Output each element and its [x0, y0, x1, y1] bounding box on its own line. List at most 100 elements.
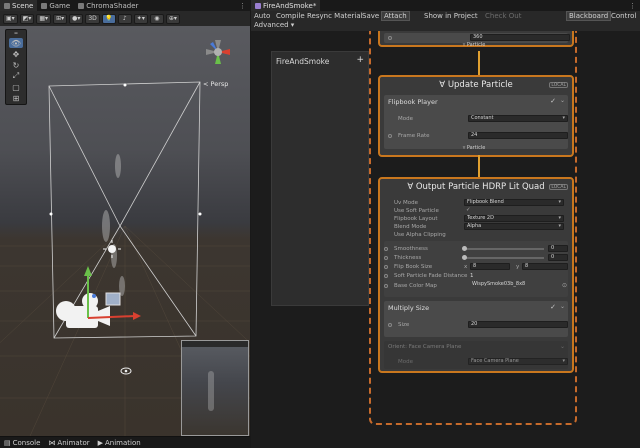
uv-mode-dropdown[interactable]: Flipbook Blend: [464, 199, 564, 206]
vfx-tab-menu-icon[interactable]: ⋮: [629, 2, 640, 10]
size-port[interactable]: [388, 323, 392, 327]
scene-viewport[interactable]: < Persp: [0, 26, 250, 436]
soft-particle-row: Use Soft Particle ✓: [394, 207, 471, 214]
audio-icon[interactable]: ♪: [117, 13, 132, 24]
smoothness-port[interactable]: [384, 247, 388, 251]
tab-fireandsmoke[interactable]: FireAndSmoke*: [251, 0, 321, 11]
alpha-clipping-row: Use Alpha Clipping: [394, 232, 446, 238]
multiply-size-toggle[interactable]: ✓: [550, 303, 556, 311]
global-button[interactable]: ◩▾: [19, 13, 35, 24]
flipbook-player-toggle[interactable]: ✓: [550, 97, 556, 105]
size-row: Size 20: [388, 321, 568, 329]
scene-tabbar: Scene Game ChromaShader ⋮: [0, 0, 250, 11]
orient-mode-row: Mode Face Camera Plane: [388, 358, 568, 366]
orient-mode-dropdown[interactable]: Face Camera Plane: [468, 358, 568, 365]
check-out-button[interactable]: Check Out: [483, 11, 523, 21]
thickness-slider[interactable]: [462, 255, 544, 260]
thickness-field[interactable]: 0: [548, 254, 568, 261]
transform-tool-panel: ═ 👁 ✥ ↻ ⤢ ▢ ⊞: [5, 29, 27, 105]
blackboard-title: FireAndSmoke: [276, 57, 330, 66]
attach-button[interactable]: Attach: [381, 11, 410, 21]
smoothness-field[interactable]: 0: [548, 245, 568, 252]
multiply-size-collapse-icon[interactable]: ⌄: [560, 303, 565, 310]
flipbook-player-block[interactable]: Flipbook Player ✓ ⌄ Mode Constant Frame …: [384, 95, 568, 149]
animator-icon: ⋈: [48, 438, 56, 447]
soft-particle-checkbox[interactable]: ✓: [466, 207, 471, 213]
flipbook-size-port[interactable]: [384, 265, 388, 269]
frame-rate-port[interactable]: [388, 134, 392, 138]
rotate-tool-icon[interactable]: ↻: [9, 60, 23, 70]
orient-block[interactable]: Orient: Face Camera Plane ⌄ Mode Face Cam…: [384, 341, 568, 369]
tab-console[interactable]: ▤ Console: [4, 439, 40, 447]
size-field[interactable]: 20: [468, 321, 568, 328]
control-button[interactable]: Control: [609, 11, 638, 21]
smoothness-slider[interactable]: [462, 246, 544, 251]
output-node-title: ∀ Output Particle HDRP Lit Quad: [407, 182, 545, 192]
thickness-port[interactable]: [384, 256, 388, 260]
lighting-icon[interactable]: 💡: [101, 13, 116, 24]
gizmos-icon[interactable]: ⊕▾: [165, 13, 180, 24]
smoothness-row: Smoothness 0: [384, 245, 568, 253]
toggle-3d-button[interactable]: 3D: [85, 13, 100, 24]
effects-icon[interactable]: ✦▾: [133, 13, 148, 24]
output-particle-node[interactable]: ∀ Output Particle HDRP Lit Quad LOCAL Uv…: [378, 177, 574, 373]
scene-panel: Scene Game ChromaShader ⋮ ▣▾ ◩▾ ▦▾ ⊞▾ ●▾…: [0, 0, 250, 448]
base-color-map-field[interactable]: WispySmoke03b_8x8: [470, 282, 560, 289]
draw-mode-button[interactable]: ▣▾: [3, 13, 18, 24]
advanced-dropdown[interactable]: Advanced ▾: [252, 20, 296, 30]
save-button[interactable]: Save: [360, 11, 381, 21]
tab-chromashader[interactable]: ChromaShader: [74, 0, 142, 11]
tab-animation[interactable]: ▶ Animation: [98, 439, 141, 447]
tab-menu-icon[interactable]: ⋮: [239, 2, 250, 10]
shader-icon: [78, 2, 85, 9]
tab-game[interactable]: Game: [37, 0, 74, 11]
game-icon: [41, 2, 48, 9]
transform-tool-icon[interactable]: ⊞: [9, 93, 23, 103]
particle-pin-2[interactable]: ▿ Particle: [449, 145, 499, 151]
console-icon: ▤: [4, 438, 11, 447]
show-in-project-button[interactable]: Show in Project: [422, 11, 480, 21]
add-property-button[interactable]: +: [356, 55, 364, 65]
soft-fade-value[interactable]: 1: [470, 273, 474, 279]
view-tool-icon[interactable]: 👁: [9, 38, 23, 48]
capacity-field[interactable]: 360: [470, 34, 570, 41]
rect-tool-icon[interactable]: ▢: [9, 82, 23, 92]
scene-icon: [4, 2, 10, 9]
panel-handle-icon[interactable]: ═: [9, 31, 23, 37]
soft-fade-port[interactable]: [384, 274, 388, 278]
particle-pin-1[interactable]: ▿ Particle: [449, 42, 499, 48]
flipbook-player-collapse-icon[interactable]: ⌄: [560, 97, 565, 104]
graph-canvas[interactable]: FireAndSmoke + 360 ▿ Particle ∀ Update P…: [251, 31, 640, 448]
capacity-port[interactable]: [388, 36, 392, 40]
flipbook-size-x-field[interactable]: 8: [470, 263, 510, 270]
base-color-map-port[interactable]: [384, 284, 388, 288]
orient-collapse-icon[interactable]: ⌄: [560, 343, 565, 350]
animation-icon: ▶: [97, 438, 103, 447]
flipbook-layout-dropdown[interactable]: Texture 2D: [464, 215, 564, 222]
scale-tool-icon[interactable]: ⤢: [9, 71, 23, 81]
smoothness-slider-thumb[interactable]: [462, 246, 467, 251]
vfx-icon: [255, 2, 261, 9]
object-picker-icon[interactable]: ⊙: [562, 282, 567, 289]
preview-smoke: [208, 371, 214, 411]
move-tool-icon[interactable]: ✥: [9, 49, 23, 59]
frame-rate-field[interactable]: 24: [468, 132, 568, 139]
multiply-size-block[interactable]: Multiply Size ✓ ⌄ Size 20: [384, 301, 568, 337]
sun-icon: [103, 240, 121, 258]
orient-title: Orient: Face Camera Plane: [388, 344, 462, 350]
frame-rate-row: Frame Rate 24: [388, 132, 568, 140]
tab-animator[interactable]: ⋈ Animator: [48, 439, 89, 447]
hidden-objects-icon[interactable]: ◉: [149, 13, 164, 24]
flipbook-size-y-field[interactable]: 8: [522, 263, 568, 270]
mode-dropdown[interactable]: Constant: [468, 115, 568, 122]
flow-connection-1: [478, 51, 480, 76]
grid-button[interactable]: ▦▾: [36, 13, 52, 24]
thickness-slider-thumb[interactable]: [462, 255, 467, 260]
blackboard-button[interactable]: Blackboard: [566, 11, 612, 21]
resync-material-button[interactable]: Resync Material: [305, 11, 365, 21]
shading-mode-button[interactable]: ●▾: [69, 13, 84, 24]
snap-button[interactable]: ⊞▾: [53, 13, 68, 24]
tab-scene[interactable]: Scene: [0, 0, 38, 11]
blend-mode-dropdown[interactable]: Alpha: [464, 223, 564, 230]
persp-label[interactable]: < Persp: [203, 80, 228, 88]
